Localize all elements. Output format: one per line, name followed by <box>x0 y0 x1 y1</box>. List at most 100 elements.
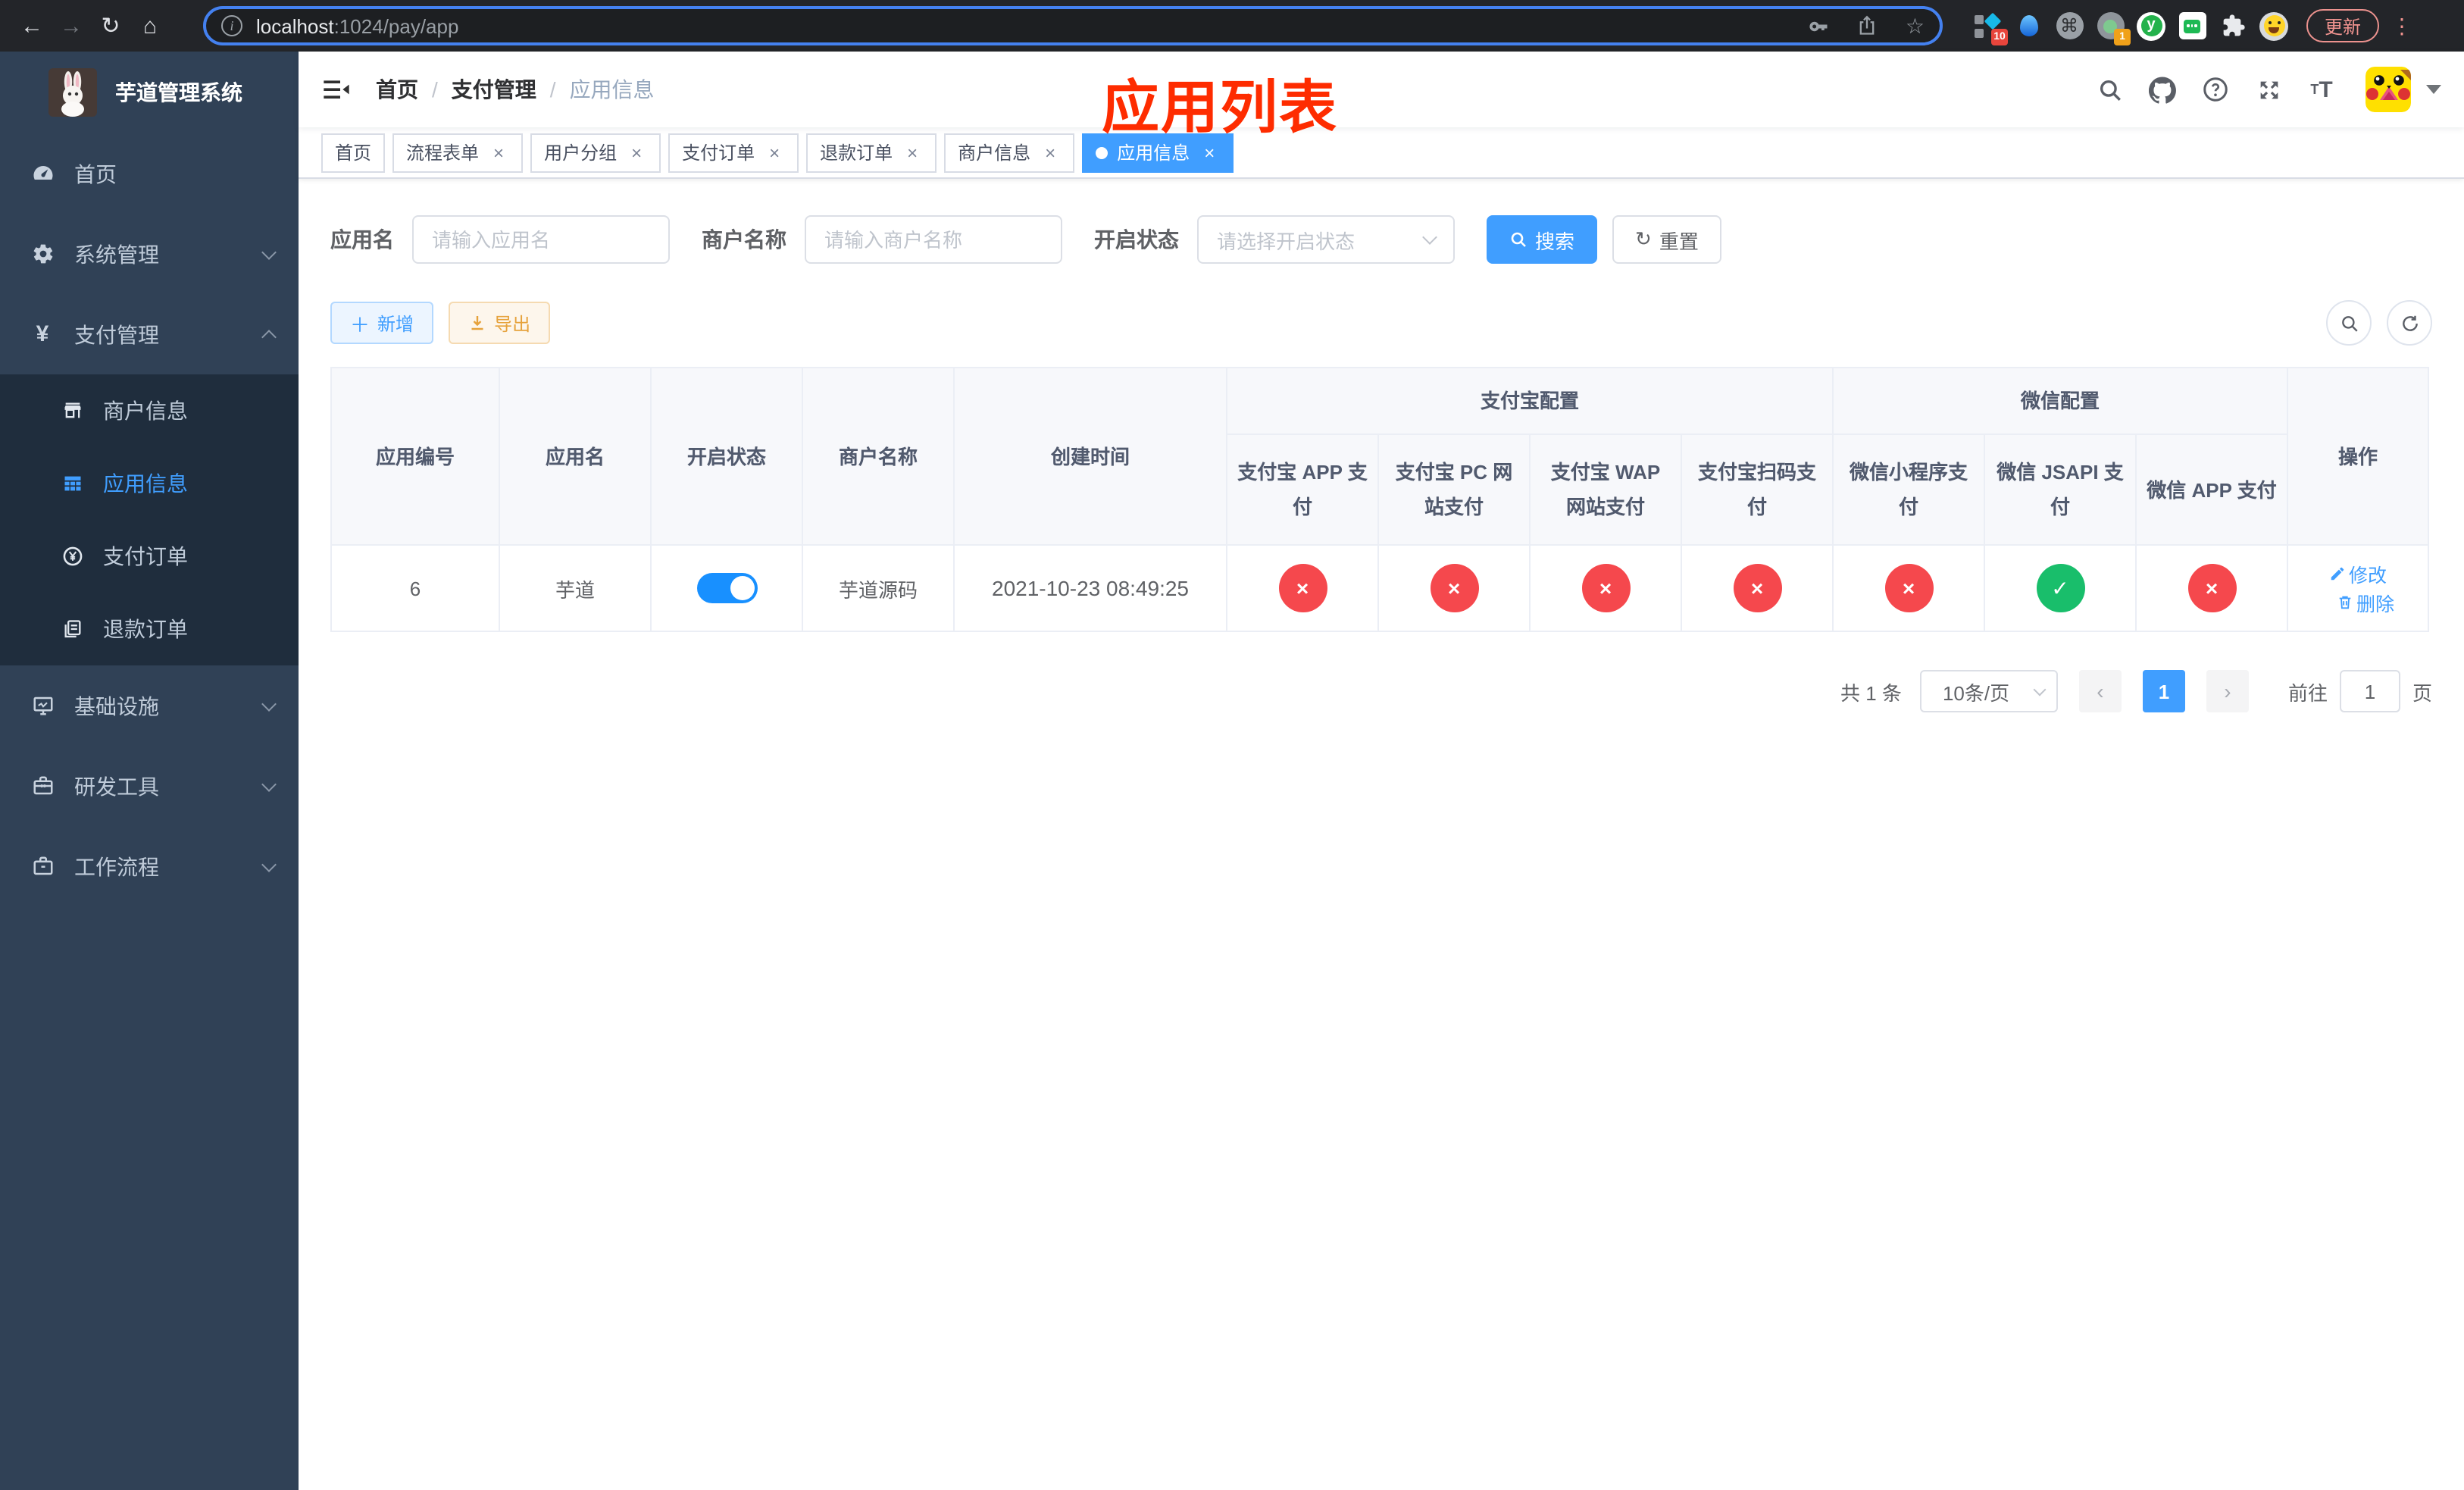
col-alipay-wap: 支付宝 WAP 网站支付 <box>1529 434 1682 546</box>
store-icon <box>61 399 83 422</box>
sidebar-item-label: 商户信息 <box>103 399 188 423</box>
tab-close-icon[interactable]: × <box>764 142 785 163</box>
chevron-down-icon <box>1422 230 1437 245</box>
breadcrumb-item[interactable]: 支付管理 <box>452 74 536 105</box>
caret-down-icon[interactable] <box>2426 85 2441 94</box>
help-icon[interactable] <box>2202 76 2229 103</box>
pagination: 共 1 条 10条/页 ‹ 1 › 前往 页 <box>330 670 2432 713</box>
breadcrumb-separator: / <box>432 77 438 102</box>
ext-design-tool-icon[interactable]: 10 <box>1973 11 2008 45</box>
share-icon[interactable] <box>1857 15 1878 36</box>
next-page-button[interactable]: › <box>2206 670 2249 713</box>
browser-update-button[interactable]: 更新 <box>2306 9 2380 42</box>
tab-user-group[interactable]: 用户分组 × <box>530 133 661 172</box>
pencil-icon <box>2331 568 2344 581</box>
export-button[interactable]: 导出 <box>449 302 551 344</box>
browser-back-icon[interactable]: ← <box>12 6 52 45</box>
tab-close-icon[interactable]: × <box>902 142 923 163</box>
sidebar-item-app-info[interactable]: 应用信息 <box>0 447 299 520</box>
url-text[interactable]: localhost:1024/pay/app <box>256 14 1780 37</box>
browser-profile-avatar[interactable] <box>2259 11 2288 40</box>
toolbox-icon <box>30 774 55 798</box>
tab-pay-orders[interactable]: 支付订单 × <box>668 133 799 172</box>
search-button[interactable]: 搜索 <box>1487 215 1598 264</box>
page-number-button[interactable]: 1 <box>2142 670 2185 713</box>
sidebar-logo[interactable]: 芋道管理系统 <box>0 52 299 133</box>
col-alipay-qr: 支付宝扫码支付 <box>1680 434 1834 546</box>
tab-close-icon[interactable]: × <box>1199 142 1220 163</box>
hamburger-icon[interactable] <box>321 74 352 105</box>
sidebar-item-merchant-info[interactable]: 商户信息 <box>0 374 299 447</box>
bookmark-star-icon[interactable]: ☆ <box>1906 13 1925 39</box>
tab-refund-orders[interactable]: 退款订单 × <box>806 133 937 172</box>
fullscreen-icon[interactable] <box>2255 76 2282 103</box>
github-icon[interactable] <box>2149 76 2176 103</box>
wechat-app-status-icon: × <box>2187 564 2237 613</box>
tab-merchant-info[interactable]: 商户信息 × <box>944 133 1075 172</box>
ext-y-icon[interactable]: y <box>2137 11 2165 40</box>
sidebar-item-workflow[interactable]: 工作流程 <box>0 826 299 906</box>
extensions-puzzle-icon[interactable] <box>2219 11 2247 40</box>
reset-button[interactable]: ↻ 重置 <box>1612 215 1721 264</box>
chevron-up-icon <box>261 330 277 345</box>
chevron-down-icon <box>261 856 277 872</box>
tab-process-form[interactable]: 流程表单 × <box>392 133 524 172</box>
add-button-label: 新增 <box>377 313 414 334</box>
goto-page-input[interactable] <box>2339 670 2400 713</box>
tab-close-icon[interactable]: × <box>1040 142 1061 163</box>
sidebar-item-home[interactable]: 首页 <box>0 133 299 214</box>
briefcase-icon <box>30 854 55 878</box>
ext-lens-icon[interactable]: 1 <box>2096 11 2131 45</box>
ext-command-icon[interactable]: ⌘ <box>2055 11 2084 40</box>
user-avatar[interactable] <box>2366 67 2411 112</box>
browser-menu-icon[interactable]: ⋮ <box>2391 13 2412 39</box>
col-merchant: 商户名称 <box>802 366 955 546</box>
prev-page-button[interactable]: ‹ <box>2078 670 2122 713</box>
breadcrumb-item[interactable]: 首页 <box>376 74 418 105</box>
app-status-toggle[interactable] <box>696 573 757 604</box>
ext-kite-icon[interactable] <box>2014 11 2043 40</box>
font-size-icon[interactable]: TT <box>2308 76 2335 103</box>
edit-link[interactable]: 修改 <box>2329 560 2387 589</box>
page-size-select[interactable]: 10条/页 <box>1919 670 2058 713</box>
sidebar: 芋道管理系统 首页 系统管理 ¥ 支付管理 商户信息 应用信息 支付订单 退款订… <box>0 52 299 1490</box>
sidebar-item-pay-orders[interactable]: 支付订单 <box>0 520 299 593</box>
ext-badge: 1 <box>2114 28 2131 45</box>
toggle-search-button[interactable] <box>2326 300 2372 346</box>
tab-close-icon[interactable]: × <box>626 142 647 163</box>
breadcrumb: 首页 / 支付管理 / 应用信息 <box>376 74 655 105</box>
browser-forward-icon[interactable]: → <box>52 6 91 45</box>
search-icon <box>2341 315 2357 331</box>
app-name-input[interactable] <box>412 215 670 264</box>
browser-reload-icon[interactable]: ↻ <box>91 6 130 45</box>
sidebar-item-dev-tools[interactable]: 研发工具 <box>0 746 299 826</box>
search-icon[interactable] <box>2096 76 2123 103</box>
tab-label: 支付订单 <box>682 142 755 164</box>
sidebar-item-label: 工作流程 <box>74 854 159 878</box>
tab-home[interactable]: 首页 <box>321 133 386 172</box>
col-wechat-jsapi: 微信 JSAPI 支付 <box>1984 434 2137 546</box>
goto-unit-label: 页 <box>2412 681 2432 705</box>
sidebar-item-system[interactable]: 系统管理 <box>0 214 299 294</box>
sidebar-item-payment[interactable]: ¥ 支付管理 <box>0 294 299 374</box>
merchant-name-input[interactable] <box>805 215 1062 264</box>
status-select[interactable]: 请选择开启状态 <box>1197 215 1455 264</box>
add-button[interactable]: ＋ 新增 <box>330 302 434 344</box>
sidebar-item-refund-orders[interactable]: 退款订单 <box>0 593 299 665</box>
browser-home-icon[interactable]: ⌂ <box>130 6 170 45</box>
logo-rabbit-avatar <box>48 68 97 117</box>
reset-button-label: 重置 <box>1659 230 1699 252</box>
password-key-icon[interactable] <box>1807 14 1830 37</box>
site-info-icon[interactable]: i <box>221 15 242 36</box>
tab-close-icon[interactable]: × <box>488 142 509 163</box>
delete-link[interactable]: 删除 <box>2337 589 2394 618</box>
ext-chat-icon[interactable] <box>2178 11 2206 40</box>
sidebar-item-label: 系统管理 <box>74 242 159 266</box>
alipay-app-status-icon: × <box>1278 564 1327 613</box>
sidebar-item-infrastructure[interactable]: 基础设施 <box>0 665 299 746</box>
download-icon <box>471 316 483 330</box>
refresh-table-button[interactable] <box>2387 300 2432 346</box>
group-alipay-config: 支付宝配置 <box>1225 366 1834 436</box>
col-app-id: 应用编号 <box>330 366 500 546</box>
address-bar[interactable]: i localhost:1024/pay/app ☆ <box>203 6 1943 45</box>
